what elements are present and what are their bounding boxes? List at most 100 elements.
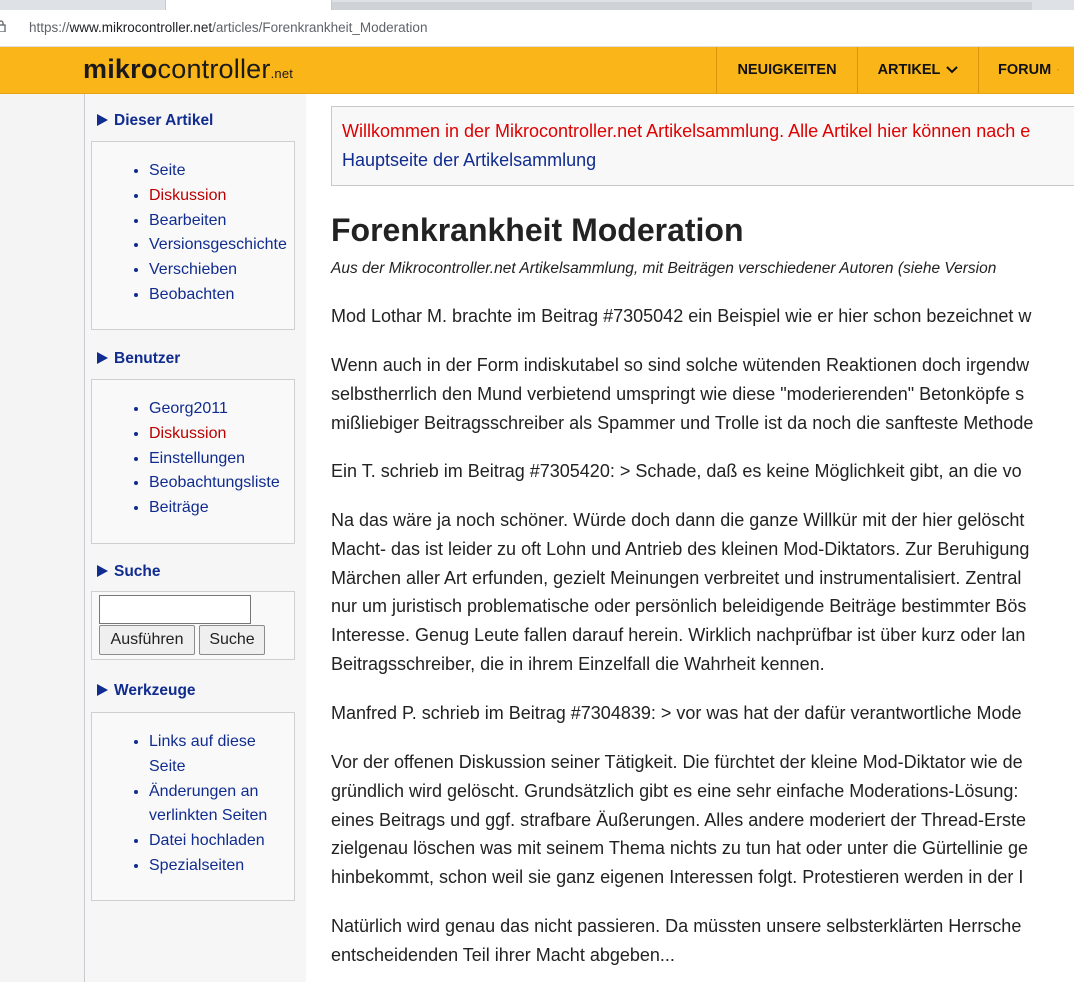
sidebar-item-label: Seite: [149, 757, 186, 775]
paragraph-3: Ein T. schrieb im Beitrag #7305420: > Sc…: [331, 457, 1074, 486]
text-line: Wenn auch in der Form indiskutabel so si…: [331, 355, 1030, 375]
browser-tabstrip: [0, 0, 1074, 10]
portlet-title: Dieser Artikel: [114, 112, 214, 129]
portlet-user: Georg2011 Diskussion Einstellungen Beoba…: [91, 379, 295, 544]
page-title: Forenkrankheit Moderation: [331, 212, 744, 248]
sidebar-item-username[interactable]: Georg2011: [149, 397, 294, 422]
url-prefix: https://: [29, 20, 70, 35]
text-line: Ein T. schrieb im Beitrag #7305420: > Sc…: [331, 461, 1022, 481]
sidebar-item-label: Spezialseiten: [149, 856, 245, 874]
portlet-heading-tools[interactable]: Werkzeuge: [97, 682, 196, 700]
url-text[interactable]: https://www.mikrocontroller.net/articles…: [29, 20, 427, 35]
welcome-notice: Willkommen in der Mikrocontroller.net Ar…: [331, 106, 1074, 186]
sidebar-item-diskussion[interactable]: Diskussion: [149, 184, 294, 209]
paragraph-1: Mod Lothar M. brachte im Beitrag #730504…: [331, 302, 1074, 331]
logo-suffix: .net: [270, 66, 294, 81]
chevron-down-icon: [1057, 69, 1059, 71]
sidebar-item-aenderungen[interactable]: Änderungen an verlinkten Seiten: [149, 780, 294, 830]
sidebar-item-beobachtungsliste[interactable]: Beobachtungsliste: [149, 471, 294, 496]
text-line: Interesse. Genug Leute fallen darauf her…: [331, 625, 1026, 646]
paragraph-5: Manfred P. schrieb im Beitrag #7304839: …: [331, 699, 1074, 728]
text-line: eines Beitrags und ggf. strafbare Äußeru…: [331, 809, 1027, 830]
text-line: Vor der offenen Diskussion seiner Tätigk…: [331, 752, 1023, 772]
sidebar-item-label: Einstellungen: [149, 449, 246, 467]
nav-label: ARTIKEL: [877, 62, 941, 78]
search-button[interactable]: Suche: [199, 625, 265, 655]
sidebar-item-label: Beiträge: [149, 499, 209, 517]
url-host: www.mikrocontroller.net: [69, 20, 213, 35]
portlet-title: Suche: [114, 563, 161, 580]
sidebar-item-label: Georg2011: [149, 400, 228, 417]
sidebar-item-einstellungen[interactable]: Einstellungen: [149, 447, 294, 472]
main-content: Willkommen in der Mikrocontroller.net Ar…: [306, 94, 1074, 982]
sidebar-item-spezialseiten[interactable]: Spezialseiten: [149, 854, 294, 879]
main-nav: NEUIGKEITEN ARTIKEL FORUM: [716, 47, 1074, 93]
text-line: Beitragsschreiber, die in ihrem Einzelfa…: [331, 653, 825, 674]
page-background-left: [0, 94, 84, 982]
sidebar-item-label: Diskussion: [149, 424, 227, 442]
nav-forum[interactable]: FORUM: [978, 47, 1074, 93]
paragraph-6: Vor der offenen Diskussion seiner Tätigk…: [331, 748, 1074, 892]
sidebar-item-seite[interactable]: Seite: [149, 159, 294, 184]
sidebar-item-verschieben[interactable]: Verschieben: [149, 258, 294, 283]
text-line: entscheidenden Teil ihrer Macht abgeben.…: [331, 944, 675, 965]
browser-tab-other[interactable]: [332, 2, 1032, 10]
site-logo[interactable]: mikrocontroller.net: [83, 54, 293, 85]
address-bar[interactable]: https://www.mikrocontroller.net/articles…: [0, 10, 1074, 47]
nav-label: NEUIGKEITEN: [737, 62, 837, 78]
text-line: nur um juristisch problematische oder pe…: [331, 596, 1027, 617]
portlet-article: Seite Diskussion Bearbeiten Versionsgesc…: [91, 141, 295, 330]
text-line: Mod Lothar M. brachte im Beitrag #730504…: [331, 306, 1032, 326]
sidebar-item-datei-hochladen[interactable]: Datei hochladen: [149, 829, 294, 854]
page-subtitle: Aus der Mikrocontroller.net Artikelsamml…: [331, 260, 997, 277]
text-line: Manfred P. schrieb im Beitrag #7304839: …: [331, 703, 1022, 723]
logo-rest: controller: [157, 54, 271, 84]
sidebar-item-beobachten[interactable]: Beobachten: [149, 283, 294, 308]
text-line: gründlich wird gelöscht. Grundsätzlich g…: [331, 780, 1019, 801]
search-input[interactable]: [99, 595, 251, 624]
sidebar-item-label: Versionsgeschichte: [149, 236, 287, 254]
lock-icon: [0, 20, 6, 32]
triangle-right-icon: [97, 352, 108, 364]
nav-neuigkeiten[interactable]: NEUIGKEITEN: [716, 47, 857, 93]
site-header: mikrocontroller.net NEUIGKEITEN ARTIKEL …: [0, 47, 1074, 94]
portlet-heading-user[interactable]: Benutzer: [97, 350, 180, 368]
portlet-heading-search[interactable]: Suche: [97, 563, 161, 581]
search-go-button[interactable]: Ausführen: [99, 625, 195, 655]
sidebar-item-label: Beobachtungsliste: [149, 474, 280, 492]
triangle-right-icon: [97, 684, 108, 696]
sidebar-item-user-diskussion[interactable]: Diskussion: [149, 422, 294, 447]
sidebar-item-label: Links auf diese: [149, 733, 256, 750]
portlet-search: Ausführen Suche: [91, 591, 295, 660]
text-line: Märchen aller Art erfunden, gezielt Mein…: [331, 567, 1022, 588]
text-line: Na das wäre ja noch schöner. Würde doch …: [331, 510, 1025, 530]
triangle-right-icon: [97, 114, 108, 126]
sidebar-item-label: Diskussion: [149, 186, 227, 204]
browser-tab-active[interactable]: [165, 0, 332, 10]
logo-bold: mikro: [83, 54, 158, 84]
sidebar-item-bearbeiten[interactable]: Bearbeiten: [149, 209, 294, 234]
notice-text: Willkommen in der Mikrocontroller.net Ar…: [342, 121, 1031, 141]
sidebar-item-beitraege[interactable]: Beiträge: [149, 496, 294, 521]
portlet-heading-article[interactable]: Dieser Artikel: [97, 112, 213, 130]
portlet-title: Werkzeuge: [114, 682, 196, 699]
main-page-link[interactable]: Hauptseite der Artikelsammlung: [342, 150, 596, 171]
text-line: selbstherrlich den Mund verbietend umspr…: [331, 383, 1025, 404]
chevron-down-icon: [946, 66, 959, 74]
sidebar-item-label: Seite: [149, 162, 186, 179]
text-line: hinbekommt, schon weil sie ganz eigenen …: [331, 867, 1024, 888]
portlet-title: Benutzer: [114, 350, 181, 367]
sidebar-item-label: Datei hochladen: [149, 832, 265, 850]
sidebar-item-versionsgeschichte[interactable]: Versionsgeschichte: [149, 233, 294, 258]
portlet-tools: Links auf diese Seite Änderungen an verlin…: [91, 712, 295, 901]
sidebar-item-label: Bearbeiten: [149, 211, 227, 229]
paragraph-2: Wenn auch in der Form indiskutabel so si…: [331, 351, 1074, 437]
nav-artikel[interactable]: ARTIKEL: [857, 47, 978, 93]
sidebar-item-links-auf-diese-seite[interactable]: Links auf diese Seite: [149, 730, 294, 780]
url-path: /articles/Forenkrankheit_Moderation: [212, 20, 428, 35]
text-line: Macht- das ist leider zu oft Lohn und An…: [331, 538, 1030, 559]
text-line: Natürlich wird genau das nicht passieren…: [331, 916, 1022, 936]
text-line: mißliebiger Beitragsschreiber als Spamme…: [331, 412, 1034, 433]
sidebar: Dieser Artikel Seite Diskussion Bearbeit…: [84, 94, 307, 982]
sidebar-item-label: Verschieben: [149, 261, 238, 279]
